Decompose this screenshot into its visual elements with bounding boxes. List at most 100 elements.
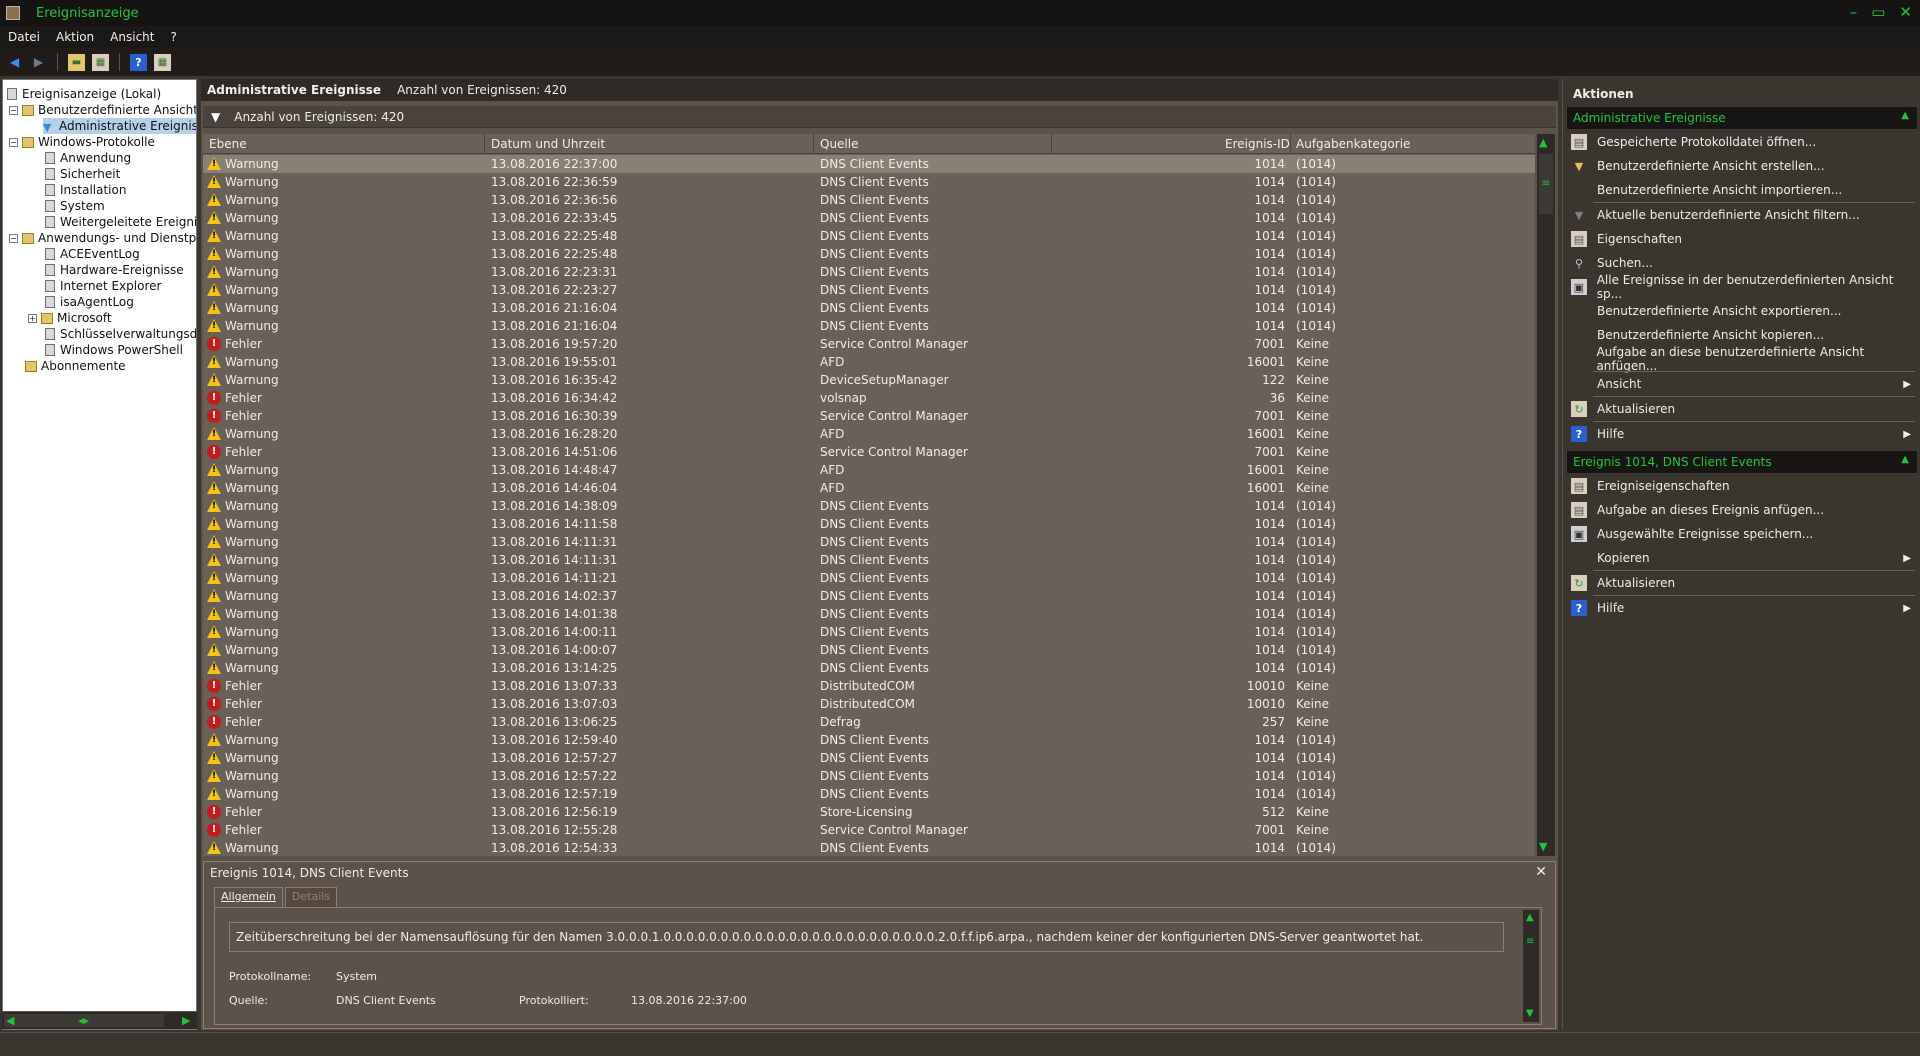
tree-node-forwarded[interactable]: Weitergeleitete Ereignisse: [45, 214, 196, 230]
tree-node-application[interactable]: Anwendung: [45, 150, 131, 166]
column-header-date[interactable]: Datum und Uhrzeit: [491, 137, 605, 151]
table-row[interactable]: Warnung 13.08.2016 22:37:00 DNS Client Eve…: [203, 155, 1535, 173]
scroll-right-icon[interactable]: ▶: [182, 1014, 190, 1027]
table-row[interactable]: Warnung 13.08.2016 14:11:21 DNS Client Eve…: [203, 569, 1535, 587]
help-icon[interactable]: ?: [130, 53, 147, 71]
table-row[interactable]: Warnung 13.08.2016 14:00:11 DNS Client Eve…: [203, 623, 1535, 641]
table-row[interactable]: Warnung 13.08.2016 12:57:19 DNS Client Eve…: [203, 785, 1535, 803]
detail-vertical-scrollbar[interactable]: ▲ ≡ ▼: [1523, 910, 1539, 1022]
table-row[interactable]: ! Fehler 13.08.2016 16:34:42 volsnap 36 Keine: [203, 389, 1535, 407]
action-help-event[interactable]: ? Hilfe ▶: [1567, 597, 1917, 619]
actions-section-event[interactable]: Ereignis 1014, DNS Client Events ▲: [1567, 451, 1917, 473]
column-divider[interactable]: [813, 134, 814, 154]
tree-node-powershell[interactable]: Windows PowerShell: [45, 342, 183, 358]
table-row[interactable]: Warnung 13.08.2016 22:25:48 DNS Client Eve…: [203, 245, 1535, 263]
scroll-down-icon[interactable]: ▼: [1539, 840, 1547, 853]
action-copy[interactable]: Kopieren ▶: [1567, 547, 1917, 569]
show-hide-tree-icon[interactable]: ▦: [92, 53, 109, 71]
scroll-up-icon[interactable]: ▲: [1526, 912, 1534, 923]
table-row[interactable]: ! Fehler 13.08.2016 13:07:33 DistributedCOM…: [203, 677, 1535, 695]
action-export-custom-view[interactable]: Benutzerdefinierte Ansicht exportieren..…: [1567, 300, 1917, 322]
table-row[interactable]: ! Fehler 13.08.2016 14:51:06 Service Contro…: [203, 443, 1535, 461]
table-row[interactable]: Warnung 13.08.2016 14:11:31 DNS Client Eve…: [203, 551, 1535, 569]
table-row[interactable]: ! Fehler 13.08.2016 13:06:25 Defrag 257 Keine: [203, 713, 1535, 731]
table-row[interactable]: ! Fehler 13.08.2016 12:56:19 Store-Licensin…: [203, 803, 1535, 821]
table-row[interactable]: Warnung 13.08.2016 12:54:33 DNS Client Eve…: [203, 839, 1535, 856]
table-row[interactable]: Warnung 13.08.2016 14:02:37 DNS Client Eve…: [203, 587, 1535, 605]
scroll-down-icon[interactable]: ▼: [1526, 1008, 1534, 1019]
action-import-custom-view[interactable]: Benutzerdefinierte Ansicht importieren..…: [1567, 179, 1917, 201]
action-event-properties[interactable]: ▤ Ereigniseigenschaften: [1567, 475, 1917, 497]
menu-help[interactable]: ?: [170, 30, 176, 44]
table-row[interactable]: Warnung 13.08.2016 12:59:40 DNS Client Eve…: [203, 731, 1535, 749]
tree-node-system[interactable]: System: [45, 198, 105, 214]
tree-node-root[interactable]: Ereignisanzeige (Lokal): [7, 86, 161, 102]
restore-button[interactable]: ▭: [1871, 3, 1885, 21]
column-header-source[interactable]: Quelle: [820, 137, 858, 151]
table-row[interactable]: ! Fehler 13.08.2016 13:07:03 DistributedCOM…: [203, 695, 1535, 713]
table-row[interactable]: Warnung 13.08.2016 16:35:42 DeviceSetupMan…: [203, 371, 1535, 389]
tree-horizontal-scrollbar[interactable]: ◀ ◂▸ ▶: [2, 1011, 197, 1029]
scrollbar-thumb[interactable]: ≡: [1539, 154, 1553, 214]
tab-general[interactable]: Allgemein: [214, 887, 283, 907]
table-row[interactable]: Warnung 13.08.2016 16:28:20 AFD 16001 Keine: [203, 425, 1535, 443]
log-name-value[interactable]: System: [336, 970, 377, 983]
logged-value[interactable]: 13.08.2016 22:37:00: [631, 994, 747, 1007]
tree-node-custom-views[interactable]: − Benutzerdefinierte Ansichten: [9, 102, 196, 118]
table-row[interactable]: Warnung 13.08.2016 22:23:27 DNS Client Eve…: [203, 281, 1535, 299]
menu-action[interactable]: Aktion: [56, 30, 94, 44]
scroll-left-icon[interactable]: ◀: [6, 1014, 14, 1027]
collapse-chevron-icon[interactable]: ▲: [1901, 454, 1909, 465]
table-row[interactable]: Warnung 13.08.2016 14:01:38 DNS Client Eve…: [203, 605, 1535, 623]
table-row[interactable]: Warnung 13.08.2016 21:16:04 DNS Client Eve…: [203, 317, 1535, 335]
tree-node-hardware[interactable]: Hardware-Ereignisse: [45, 262, 184, 278]
scroll-up-icon[interactable]: ▲: [1539, 136, 1547, 149]
tree-node-windows-logs[interactable]: − Windows-Protokolle: [9, 134, 155, 150]
action-properties[interactable]: ▤ Eigenschaften: [1567, 228, 1917, 250]
tab-details[interactable]: Details: [284, 887, 338, 907]
tree-node-key-mgmt[interactable]: Schlüsselverwaltungsdienst: [45, 326, 196, 342]
tree-node-microsoft[interactable]: + Microsoft: [28, 310, 112, 326]
tree-node-apps-services[interactable]: − Anwendungs- und Dienstprotokolle: [9, 230, 196, 246]
action-save-selected[interactable]: ▣ Ausgewählte Ereignisse speichern...: [1567, 523, 1917, 545]
actions-section-admin-events[interactable]: Administrative Ereignisse ▲: [1567, 107, 1917, 129]
table-row[interactable]: Warnung 13.08.2016 14:11:58 DNS Client Eve…: [203, 515, 1535, 533]
action-refresh-event[interactable]: ↻ Aktualisieren: [1567, 572, 1917, 594]
action-filter-view[interactable]: ▼ Aktuelle benutzerdefinierte Ansicht fi…: [1567, 204, 1917, 226]
action-attach-task-view[interactable]: Aufgabe an diese benutzerdefinierte Ansi…: [1567, 345, 1917, 373]
table-row[interactable]: ! Fehler 13.08.2016 19:57:20 Service Contro…: [203, 335, 1535, 353]
tree-node-ie[interactable]: Internet Explorer: [45, 278, 161, 294]
table-row[interactable]: Warnung 13.08.2016 22:36:56 DNS Client Eve…: [203, 191, 1535, 209]
table-row[interactable]: Warnung 13.08.2016 13:14:25 DNS Client Eve…: [203, 659, 1535, 677]
table-row[interactable]: Warnung 13.08.2016 22:36:59 DNS Client Eve…: [203, 173, 1535, 191]
collapse-icon[interactable]: −: [9, 233, 18, 243]
column-divider[interactable]: [1051, 134, 1052, 154]
action-create-custom-view[interactable]: ▼ Benutzerdefinierte Ansicht erstellen..…: [1567, 155, 1917, 177]
table-row[interactable]: Warnung 13.08.2016 14:46:04 AFD 16001 Keine: [203, 479, 1535, 497]
column-divider[interactable]: [1290, 134, 1291, 154]
table-row[interactable]: Warnung 13.08.2016 14:38:09 DNS Client Eve…: [203, 497, 1535, 515]
forward-arrow-icon[interactable]: ▶: [30, 54, 47, 71]
back-arrow-icon[interactable]: ◀: [6, 54, 23, 71]
table-row[interactable]: Warnung 13.08.2016 22:23:31 DNS Client Eve…: [203, 263, 1535, 281]
action-help[interactable]: ? Hilfe ▶: [1567, 423, 1917, 445]
close-icon[interactable]: ✕: [1535, 864, 1547, 880]
expand-icon[interactable]: +: [28, 313, 37, 323]
action-save-all-events[interactable]: ▣ Alle Ereignisse in der benutzerdefinie…: [1567, 273, 1917, 301]
tree-node-security[interactable]: Sicherheit: [45, 166, 120, 182]
tree-node-admin-events[interactable]: ▼ Administrative Ereignisse: [43, 118, 196, 134]
table-row[interactable]: Warnung 13.08.2016 21:16:04 DNS Client Eve…: [203, 299, 1535, 317]
action-attach-task-event[interactable]: ▤ Aufgabe an dieses Ereignis anfügen...: [1567, 499, 1917, 521]
table-row[interactable]: Warnung 13.08.2016 19:55:01 AFD 16001 Keine: [203, 353, 1535, 371]
table-row[interactable]: ! Fehler 13.08.2016 16:30:39 Service Contro…: [203, 407, 1535, 425]
action-open-saved-log[interactable]: ▤ Gespeicherte Protokolldatei öffnen...: [1567, 131, 1917, 153]
collapse-icon[interactable]: −: [9, 137, 18, 147]
table-vertical-scrollbar[interactable]: ▲ ≡ ▼: [1537, 134, 1555, 856]
tree-node-subscriptions[interactable]: Abonnemente: [25, 358, 126, 374]
action-view-submenu[interactable]: Ansicht ▶: [1567, 373, 1917, 395]
collapse-chevron-icon[interactable]: ▲: [1901, 110, 1909, 121]
table-row[interactable]: Warnung 13.08.2016 14:00:07 DNS Client Eve…: [203, 641, 1535, 659]
table-row[interactable]: Warnung 13.08.2016 12:57:22 DNS Client Eve…: [203, 767, 1535, 785]
table-row[interactable]: Warnung 13.08.2016 12:57:27 DNS Client Eve…: [203, 749, 1535, 767]
table-row[interactable]: Warnung 13.08.2016 14:48:47 AFD 16001 Keine: [203, 461, 1535, 479]
